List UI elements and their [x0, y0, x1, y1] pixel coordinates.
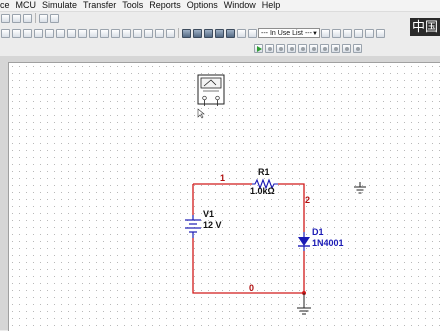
wire-net-2: [278, 183, 305, 232]
multimeter-instrument[interactable]: [197, 74, 225, 106]
ground-symbol-bottom[interactable]: [297, 293, 311, 315]
net-1-label: 1: [220, 173, 225, 183]
mouse-cursor-icon: [197, 108, 205, 119]
schematic-drawing: R1 1.0kΩ 1 2 0 V1 12 V D1 1N4001: [185, 74, 366, 315]
r1-value-label: 1.0kΩ: [250, 186, 275, 196]
d1-ref-label: D1: [312, 227, 324, 237]
v1-ref-label: V1: [203, 209, 214, 219]
v1-value-label: 12 V: [203, 220, 222, 230]
net-2-label: 2: [305, 195, 310, 205]
battery-v1[interactable]: [185, 215, 201, 238]
net-0-label: 0: [249, 283, 254, 293]
wires: [192, 183, 305, 294]
d1-value-label: 1N4001: [312, 238, 344, 248]
r1-ref-label: R1: [258, 167, 270, 177]
ground-symbol-floating[interactable]: [354, 182, 366, 194]
diode-d1[interactable]: [298, 232, 310, 251]
